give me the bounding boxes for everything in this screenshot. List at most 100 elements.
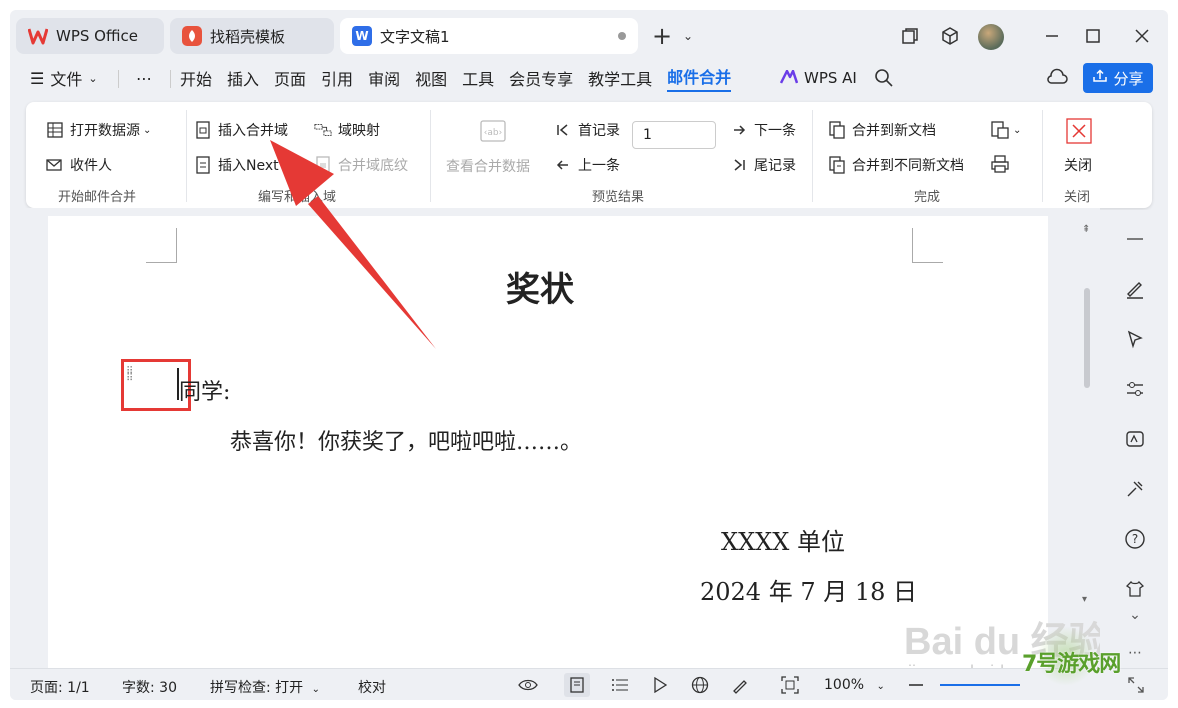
- file-menu[interactable]: ☰ 文件 ⌄: [30, 65, 98, 91]
- last-record-button[interactable]: 尾记录: [730, 155, 796, 175]
- menu-mail-merge[interactable]: 邮件合并: [667, 64, 732, 92]
- tab-label: WPS Office: [56, 27, 138, 45]
- insert-next-label: 插入Next: [218, 158, 279, 174]
- vertical-scrollbar[interactable]: ⇞ ▾: [1080, 216, 1094, 612]
- tools-icon[interactable]: [1122, 476, 1148, 502]
- tab-document-1[interactable]: W 文字文稿1: [340, 18, 638, 54]
- menu-page[interactable]: 页面: [274, 66, 306, 90]
- ribbon-divider: [1042, 110, 1043, 202]
- merge-diff-docs-label: 合并到不同新文档: [852, 158, 964, 174]
- merge-email-icon[interactable]: ⌄: [990, 120, 1021, 140]
- proofread-button[interactable]: 校对: [358, 677, 386, 697]
- fit-screen-icon[interactable]: [780, 675, 800, 695]
- site-watermark-text: 7号游戏网: [1022, 652, 1121, 677]
- eye-icon[interactable]: [518, 675, 538, 695]
- minimize-icon[interactable]: [1040, 24, 1064, 48]
- merge-diff-docs-button[interactable]: 合并到不同新文档: [828, 155, 964, 175]
- tab-list-chevron-icon[interactable]: ⌄: [676, 24, 700, 48]
- organization-line: XXXX 单位: [721, 528, 845, 556]
- panel-chevron-down-icon[interactable]: ⌄: [1122, 602, 1148, 628]
- date-line: 2024 年 7 月 18 日: [700, 578, 918, 606]
- maximize-icon[interactable]: [1081, 24, 1105, 48]
- open-datasource-label: 打开数据源: [70, 123, 140, 139]
- help-icon[interactable]: ?: [1122, 526, 1148, 552]
- cloud-sync-icon[interactable]: [1046, 68, 1068, 90]
- new-tab-button[interactable]: +: [650, 22, 674, 50]
- status-bar: 页面: 1/1 字数: 30 拼写检查: 打开 ⌄ 校对 100% ⌄: [10, 668, 1168, 700]
- menu-teaching[interactable]: 教学工具: [588, 66, 652, 90]
- menu-insert[interactable]: 插入: [227, 66, 259, 90]
- wps-ai-button[interactable]: WPS AI: [779, 65, 857, 91]
- drag-handle-icon[interactable]: ⠿ ⠿: [126, 367, 133, 384]
- play-icon[interactable]: [650, 675, 670, 695]
- select-cursor-icon[interactable]: [1122, 326, 1148, 352]
- annotate-pen-icon[interactable]: [730, 675, 750, 695]
- collapse-icon[interactable]: [1122, 226, 1148, 252]
- more-menu-button[interactable]: ⋯: [136, 65, 152, 91]
- close-merge-icon[interactable]: [1066, 118, 1092, 144]
- zoom-out-icon[interactable]: [906, 675, 926, 695]
- menu-references[interactable]: 引用: [321, 66, 353, 90]
- arrow-right-icon: [730, 121, 748, 139]
- window-tile-icon[interactable]: [898, 24, 922, 48]
- pen-icon[interactable]: [1122, 276, 1148, 302]
- field-mapping-button[interactable]: 域映射: [314, 120, 380, 140]
- page-indicator[interactable]: 页面: 1/1: [30, 677, 90, 697]
- style-icon[interactable]: [1122, 426, 1148, 452]
- close-window-icon[interactable]: [1130, 24, 1154, 48]
- scroll-up-icon[interactable]: ⇞: [1082, 224, 1090, 235]
- adjust-sliders-icon[interactable]: [1122, 376, 1148, 402]
- open-datasource-button[interactable]: 打开数据源 ⌄: [46, 120, 151, 140]
- hamburger-icon: ☰: [30, 68, 45, 88]
- arrow-left-icon: [554, 156, 572, 174]
- spell-check-toggle[interactable]: 拼写检查: 打开 ⌄: [210, 677, 320, 697]
- outline-view-icon[interactable]: [610, 675, 630, 695]
- record-number-value: 1: [643, 127, 652, 143]
- insert-merge-field-button[interactable]: 插入合并域: [194, 120, 288, 140]
- menu-view[interactable]: 视图: [415, 66, 447, 90]
- merge-print-icon[interactable]: [990, 154, 1010, 178]
- recipient-line: 同学:: [179, 380, 231, 405]
- document-page[interactable]: 奖状 ⠿ ⠿ 同学: 恭喜你！你获奖了，吧啦吧啦……。 XXXX 单位 2024 …: [48, 216, 1107, 686]
- merge-field-shading-button[interactable]: 合并域底纹: [314, 155, 408, 175]
- share-button[interactable]: 分享: [1083, 63, 1153, 93]
- search-icon[interactable]: [874, 68, 894, 92]
- next-record-button[interactable]: 下一条: [730, 120, 796, 140]
- zoom-slider[interactable]: [940, 684, 1020, 686]
- field-mapping-icon: [314, 121, 332, 139]
- tab-wps-office[interactable]: WPS Office: [16, 18, 164, 54]
- insert-next-button[interactable]: 插入Next: [194, 155, 279, 175]
- share-label: 分享: [1113, 69, 1144, 88]
- recipients-label: 收件人: [70, 158, 112, 174]
- wps-logo-icon: [28, 26, 48, 46]
- last-record-label: 尾记录: [754, 158, 796, 174]
- menu-member[interactable]: 会员专享: [509, 66, 573, 90]
- page-view-icon[interactable]: [564, 673, 590, 697]
- prev-record-button[interactable]: 上一条: [554, 155, 620, 175]
- field-mapping-label: 域映射: [338, 123, 380, 139]
- next-record-label: 下一条: [754, 123, 796, 139]
- menu-review[interactable]: 审阅: [368, 66, 400, 90]
- expand-icon[interactable]: [1126, 675, 1146, 695]
- cube-icon[interactable]: [938, 24, 962, 48]
- tab-docer-templates[interactable]: 找稻壳模板: [170, 18, 334, 54]
- record-number-input[interactable]: 1: [632, 121, 716, 149]
- close-merge-button[interactable]: 关闭: [1064, 155, 1092, 175]
- view-merged-data-label: 查看合并数据: [446, 159, 530, 175]
- more-options-icon[interactable]: ⋯: [1122, 640, 1148, 666]
- scroll-down-icon[interactable]: ▾: [1082, 594, 1087, 605]
- menu-tools[interactable]: 工具: [462, 66, 494, 90]
- insert-merge-field-label: 插入合并域: [218, 123, 288, 139]
- first-record-button[interactable]: 首记录: [554, 120, 620, 140]
- user-avatar[interactable]: [978, 24, 1004, 50]
- zoom-level[interactable]: 100% ⌄: [824, 677, 885, 693]
- scrollbar-thumb[interactable]: [1084, 288, 1090, 388]
- web-view-icon[interactable]: [690, 675, 710, 695]
- menu-home[interactable]: 开始: [180, 66, 212, 90]
- skin-icon[interactable]: [1122, 576, 1148, 602]
- view-merged-data-button[interactable]: 查看合并数据: [446, 156, 530, 176]
- group-label-close: 关闭: [1064, 190, 1091, 205]
- recipients-button[interactable]: 收件人: [46, 155, 112, 175]
- word-count[interactable]: 字数: 30: [122, 677, 177, 697]
- merge-to-new-doc-button[interactable]: 合并到新文档: [828, 120, 936, 140]
